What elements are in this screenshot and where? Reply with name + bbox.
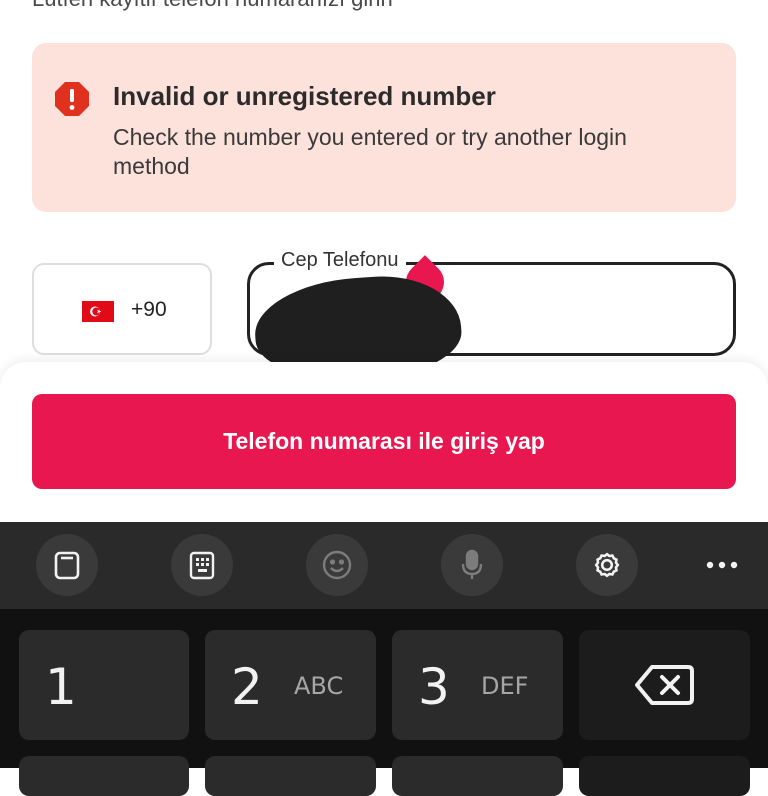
country-code: +90 [131, 298, 167, 321]
backspace-icon [634, 665, 694, 705]
bottom-sheet: Telefon numarası ile giriş yap [0, 362, 768, 522]
key-letters: DEF [481, 672, 529, 700]
error-title: Invalid or unregistered number [113, 81, 496, 111]
key-3[interactable]: 3 DEF [392, 630, 563, 740]
key-2[interactable]: 2 ABC [205, 630, 376, 740]
key-digit: 2 [231, 658, 263, 716]
keyboard: 1 2 ABC 3 DEF [0, 522, 768, 796]
key-row2-1[interactable] [19, 756, 189, 796]
microphone-icon[interactable] [441, 534, 503, 596]
error-icon [55, 82, 89, 116]
key-row2-4[interactable] [579, 756, 750, 796]
turkey-flag-icon [82, 301, 114, 322]
key-digit: 1 [45, 658, 77, 716]
clipboard-icon[interactable] [36, 534, 98, 596]
settings-icon[interactable] [576, 534, 638, 596]
backspace-key[interactable] [579, 630, 750, 740]
page-instruction: Lütfen kayıtlı telefon numaranızı girin [32, 0, 393, 12]
error-banner: Invalid or unregistered number Check the… [32, 43, 736, 212]
emoji-icon[interactable] [306, 534, 368, 596]
key-row2-3[interactable] [392, 756, 563, 796]
key-1[interactable]: 1 [19, 630, 189, 740]
country-code-selector[interactable]: +90 [32, 263, 212, 355]
error-message: Check the number you entered or try anot… [113, 124, 627, 179]
key-row2-2[interactable] [205, 756, 376, 796]
key-digit: 3 [418, 658, 450, 716]
phone-login-button[interactable]: Telefon numarası ile giriş yap [32, 394, 736, 489]
more-icon[interactable] [700, 546, 744, 584]
keyboard-toolbar [0, 522, 768, 609]
phone-field-label: Cep Telefonu [274, 249, 406, 272]
keypad-icon[interactable] [171, 534, 233, 596]
key-letters: ABC [294, 672, 344, 700]
